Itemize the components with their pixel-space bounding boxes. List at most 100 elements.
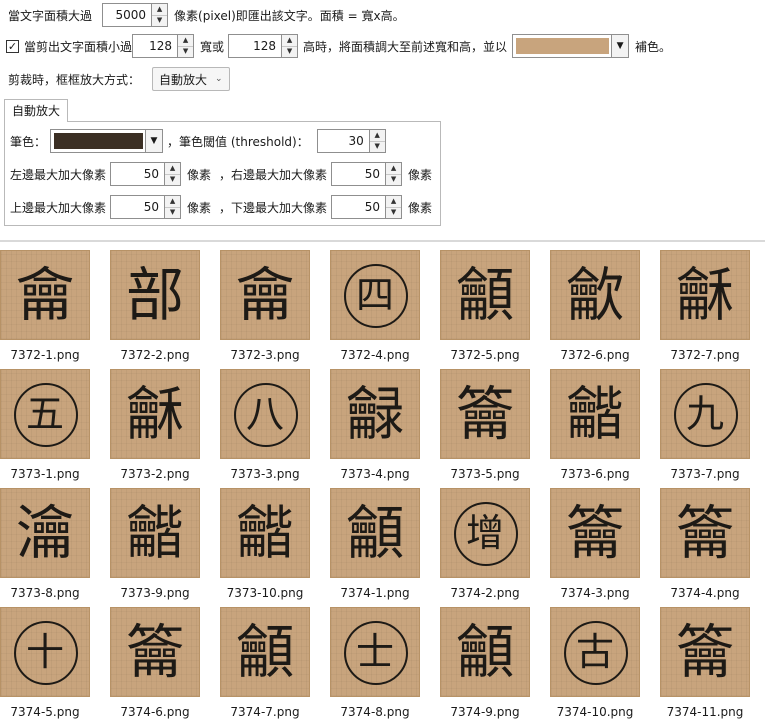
thumbnail-image[interactable]: 龠 [0,250,90,340]
thumbnail-image[interactable]: 龠 [220,250,310,340]
area-threshold-stepper[interactable]: 5000 ▲ ▼ [102,3,169,27]
thumbnail-image[interactable]: 龥 [220,607,310,697]
thumbnail-glyph: 增 [465,511,504,555]
top-expand-label: 上邊最大加大像素 [10,200,107,215]
bottom-expand-stepper[interactable]: 50 ▲ ▼ [331,195,403,219]
thumbnail-filename: 7374-1.png [340,586,410,600]
thumbnail-image[interactable]: 龢 [660,250,750,340]
thumbnail-glyph: 龠 [235,261,294,329]
thumbnail-image[interactable]: 籥 [660,488,750,578]
thumbnail-image[interactable]: 增 [440,488,530,578]
min-height-stepper[interactable]: 128 ▲ ▼ [228,34,299,58]
resize-label-d: 補色。 [635,39,672,54]
expand-mode-select[interactable]: 自動放大 ⌄ [152,67,230,91]
thumbnail-image[interactable]: 龡 [550,250,640,340]
thumbnail-image[interactable]: 龢 [110,369,200,459]
tab-auto-expand[interactable]: 自動放大 [4,99,68,122]
stepper-up-icon[interactable]: ▲ [178,35,194,46]
thumbnail-image[interactable]: 龥 [330,488,420,578]
thumbnail-image[interactable]: 八 [220,369,310,459]
thumbnail-filename: 7374-7.png [230,705,300,719]
pen-color-swatch [54,133,144,149]
thumbnail-image[interactable]: 四 [330,250,420,340]
thumbnail-glyph: 龥 [345,499,404,567]
thumbnail-filename: 7374-10.png [556,705,634,719]
threshold-stepper[interactable]: 30 ▲ ▼ [316,129,386,153]
bottom-expand-value[interactable]: 50 [332,196,385,218]
chevron-down-icon[interactable]: ▼ [145,130,163,152]
thumbnail-glyph: 龤 [565,380,624,448]
min-width-value[interactable]: 128 [133,35,177,57]
stepper-up-icon[interactable]: ▲ [386,163,402,174]
thumbnail-filename: 7373-5.png [450,467,520,481]
stepper-up-icon[interactable]: ▲ [386,196,402,207]
thumbnail-image[interactable]: 瀹 [0,488,90,578]
bottom-expand-label: ，下邊最大加大像素 [219,200,328,215]
thumbnail-glyph: 籥 [675,499,734,567]
stepper-down-icon[interactable]: ▼ [282,45,298,57]
thumbnail-glyph: 龣 [345,380,404,448]
stepper-up-icon[interactable]: ▲ [369,130,385,141]
thumbnail-image[interactable]: 龤 [550,369,640,459]
stepper-down-icon[interactable]: ▼ [369,140,385,152]
thumbnail-image[interactable]: 龥 [440,250,530,340]
resize-checkbox[interactable]: ✓ [6,39,19,53]
fill-color-picker[interactable]: ▼ [512,34,630,58]
area-threshold-row: 當文字面積大過 5000 ▲ ▼ 像素(pixel)即匯出該文字。面積 = 寬x高… [8,3,405,27]
expand-mode-row: 剪裁時，框框放大方式： 自動放大 ⌄ [8,67,230,91]
left-expand-stepper[interactable]: 50 ▲ ▼ [110,162,182,186]
min-width-stepper[interactable]: 128 ▲ ▼ [132,34,195,58]
stepper-down-icon[interactable]: ▼ [152,14,168,26]
thumbnail-image[interactable]: 籥 [440,369,530,459]
thumbnail-image[interactable]: 籥 [660,607,750,697]
thumbnail-image[interactable]: 古 [550,607,640,697]
right-expand-stepper[interactable]: 50 ▲ ▼ [331,162,403,186]
stepper-up-icon[interactable]: ▲ [282,35,298,46]
expand-mode-value[interactable]: 自動放大 [159,71,207,88]
thumbnail-glyph: 龡 [565,261,624,329]
stepper-up-icon[interactable]: ▲ [165,163,181,174]
thumbnail-glyph: 九 [685,392,724,436]
auto-expand-panel: 筆色： ▼ ，筆色閾值 (threshold)： 30 ▲ ▼ 左邊最大加大像素 … [4,121,441,226]
thumbnail-image[interactable]: 龣 [330,369,420,459]
thumbnail-filename: 7374-6.png [120,705,190,719]
thumbnail-glyph: 四 [355,273,394,317]
thumbnail-glyph: 籥 [565,499,624,567]
thumbnail-image[interactable]: 十 [0,607,90,697]
thumbnail-glyph: 龥 [455,261,514,329]
stepper-down-icon[interactable]: ▼ [178,45,194,57]
min-height-value[interactable]: 128 [229,35,281,57]
thumbnail-filename: 7372-2.png [120,348,190,362]
bottom-expand-unit: 像素 [408,200,433,215]
thumbnail-image[interactable]: 龤 [110,488,200,578]
thumbnail-image[interactable]: 九 [660,369,750,459]
thumbnail-image[interactable]: 部 [110,250,200,340]
threshold-value[interactable]: 30 [318,130,369,152]
check-icon: ✓ [7,39,18,53]
pen-color-picker[interactable]: ▼ [50,129,164,153]
right-expand-value[interactable]: 50 [332,163,385,185]
area-threshold-value[interactable]: 5000 [103,4,151,26]
thumbnail-image[interactable]: 籥 [110,607,200,697]
thumbnail-filename: 7372-4.png [340,348,410,362]
thumbnail-image[interactable]: 士 [330,607,420,697]
chevron-down-icon[interactable]: ▼ [611,35,629,57]
thumbnail-image[interactable]: 五 [0,369,90,459]
thumbnail-image[interactable]: 龤 [220,488,310,578]
pen-color-label: 筆色： [10,134,47,149]
thumbnail-glyph: 龥 [235,618,294,686]
thumbnail-image[interactable]: 龥 [440,607,530,697]
thumbnail-image[interactable]: 籥 [550,488,640,578]
stepper-down-icon[interactable]: ▼ [386,173,402,185]
stepper-down-icon[interactable]: ▼ [386,206,402,218]
stepper-down-icon[interactable]: ▼ [165,206,181,218]
top-expand-stepper[interactable]: 50 ▲ ▼ [110,195,182,219]
top-expand-value[interactable]: 50 [111,196,164,218]
thumbnail-glyph: 籥 [455,380,514,448]
left-expand-value[interactable]: 50 [111,163,164,185]
stepper-up-icon[interactable]: ▲ [165,196,181,207]
stepper-up-icon[interactable]: ▲ [152,4,168,15]
expand-mode-label: 剪裁時，框框放大方式： [8,72,141,87]
area-threshold-suffix: 像素(pixel)即匯出該文字。面積 = 寬x高。 [174,8,405,23]
stepper-down-icon[interactable]: ▼ [165,173,181,185]
